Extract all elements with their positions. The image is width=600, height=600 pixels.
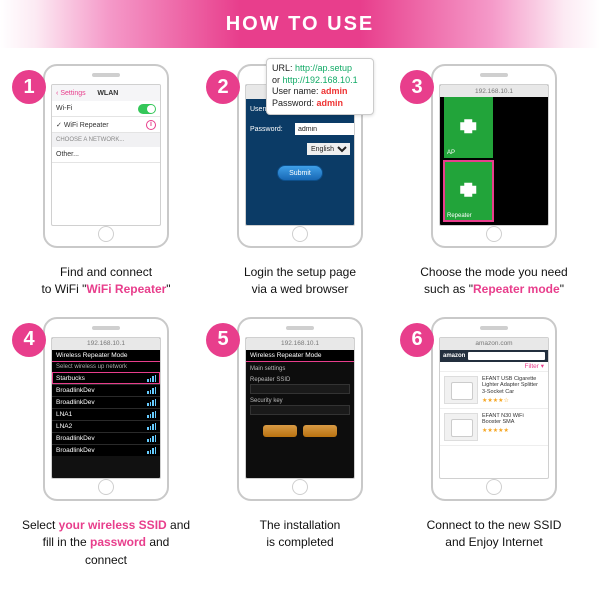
signal-icon xyxy=(147,411,156,419)
signal-icon xyxy=(147,399,156,407)
install-screen: 192.168.10.1 Wireless Repeater Mode Main… xyxy=(245,337,355,479)
ssid-title: Wireless Repeater Mode xyxy=(52,350,160,362)
step-3: 3 URL: http://ap.setup or http://192.168… xyxy=(406,64,582,299)
step-caption: Select your wireless SSID and fill in th… xyxy=(21,517,191,569)
password-label: Password: xyxy=(250,126,292,133)
step-badge: 2 xyxy=(206,70,240,104)
browser-screen: amazon.com amazon Filter ▾ EFANT USB Cig… xyxy=(439,337,549,479)
password-input[interactable] xyxy=(295,123,355,135)
ssid-item[interactable]: BroadlinkDev xyxy=(52,444,160,456)
product-row[interactable]: EFANT N30 WiFi Booster SMA ★★★★★ xyxy=(440,409,548,446)
product-thumb xyxy=(444,376,478,404)
ssid-item[interactable]: BroadlinkDev xyxy=(52,432,160,444)
mode-tile-repeater[interactable]: Repeater xyxy=(444,161,493,222)
step-badge: 6 xyxy=(400,323,434,357)
banner: HOW TO USE xyxy=(0,0,600,48)
address-bar[interactable]: 192.168.10.1 xyxy=(440,85,548,97)
step-badge: 5 xyxy=(206,323,240,357)
plug-icon xyxy=(458,180,478,200)
mode-tile-blank[interactable] xyxy=(496,161,545,222)
field-label: Security key xyxy=(246,394,354,405)
phone-mockup: 192.168.10.1 Wireless Repeater Mode Main… xyxy=(237,317,363,501)
signal-icon xyxy=(147,435,156,443)
product-name: EFANT USB Cigarette Lighter Adapter Spli… xyxy=(482,376,544,396)
phone-mockup: ‹ Settings WLAN Wi-Fi ✓ WiFi Repeater i … xyxy=(43,64,169,248)
phone-mockup: 192.168.10.1 Wireless Repeater Mode Sele… xyxy=(43,317,169,501)
step-caption: Choose the mode you need such as "Repeat… xyxy=(409,264,579,299)
connected-network-row[interactable]: ✓ WiFi Repeater i xyxy=(52,117,160,133)
step-4: 4 192.168.10.1 Wireless Repeater Mode Se… xyxy=(18,317,194,569)
submit-button[interactable]: Submit xyxy=(277,165,323,181)
address-bar[interactable]: 192.168.10.1 xyxy=(246,338,354,350)
address-bar[interactable]: amazon.com xyxy=(440,338,548,350)
step-badge: 4 xyxy=(12,323,46,357)
ssid-item[interactable]: Starbucks xyxy=(52,372,160,384)
step-caption: Login the setup page via a wed browser xyxy=(215,264,385,299)
filter-link[interactable]: Filter ▾ xyxy=(440,362,548,372)
step-badge: 3 xyxy=(400,70,434,104)
credentials-callout: URL: http://ap.setup or http://192.168.1… xyxy=(266,58,374,115)
step-badge: 1 xyxy=(12,70,46,104)
wlan-title: WLAN xyxy=(86,90,130,97)
phone-mockup: amazon.com amazon Filter ▾ EFANT USB Cig… xyxy=(431,317,557,501)
ssid-input[interactable] xyxy=(250,384,350,394)
banner-title: HOW TO USE xyxy=(226,13,375,36)
steps-grid: 1 ‹ Settings WLAN Wi-Fi ✓ WiFi Repeater … xyxy=(0,48,600,577)
step-6: 6 amazon.com amazon Filter ▾ EFANT USB C… xyxy=(406,317,582,569)
site-logo[interactable]: amazon xyxy=(443,353,465,359)
plug-icon xyxy=(458,116,478,136)
phone-mockup: 192.168.10.1 AP Repeater xyxy=(431,64,557,248)
choose-network-header: CHOOSE A NETWORK... xyxy=(52,133,160,147)
cancel-button[interactable] xyxy=(303,425,337,437)
signal-icon xyxy=(147,423,156,431)
ssid-item[interactable]: LNA2 xyxy=(52,420,160,432)
ssid-item[interactable]: LNA1 xyxy=(52,408,160,420)
back-button[interactable]: ‹ Settings xyxy=(56,90,86,97)
wlan-screen: ‹ Settings WLAN Wi-Fi ✓ WiFi Repeater i … xyxy=(51,84,161,226)
product-row[interactable]: EFANT USB Cigarette Lighter Adapter Spli… xyxy=(440,372,548,409)
other-network-row[interactable]: Other... xyxy=(52,147,160,163)
signal-icon xyxy=(147,447,156,455)
form-title: Wireless Repeater Mode xyxy=(246,350,354,362)
mode-tile-blank[interactable] xyxy=(496,97,545,158)
ssid-item[interactable]: BroadlinkDev xyxy=(52,384,160,396)
mode-tile-ap[interactable]: AP xyxy=(444,97,493,158)
ssid-item[interactable]: BroadlinkDev xyxy=(52,396,160,408)
ssid-screen: 192.168.10.1 Wireless Repeater Mode Sele… xyxy=(51,337,161,479)
ssid-subtitle: Select wireless up network xyxy=(52,362,160,372)
wifi-toggle-row[interactable]: Wi-Fi xyxy=(52,101,160,117)
apply-button[interactable] xyxy=(263,425,297,437)
search-input[interactable] xyxy=(468,352,545,360)
key-input[interactable] xyxy=(250,405,350,415)
field-label: Repeater SSID xyxy=(246,373,354,384)
product-name: EFANT N30 WiFi Booster SMA xyxy=(482,413,544,426)
step-caption: The installation is completed xyxy=(215,517,385,552)
mode-screen: 192.168.10.1 AP Repeater xyxy=(439,84,549,226)
step-5: 5 192.168.10.1 Wireless Repeater Mode Ma… xyxy=(212,317,388,569)
stars-icon: ★★★★★ xyxy=(482,427,544,434)
wifi-toggle-icon[interactable] xyxy=(138,104,156,114)
signal-icon xyxy=(147,375,156,383)
signal-icon xyxy=(147,387,156,395)
step-caption: Connect to the new SSID and Enjoy Intern… xyxy=(409,517,579,552)
step-caption: Find and connect to WiFi "WiFi Repeater" xyxy=(21,264,191,299)
language-select[interactable]: English xyxy=(307,143,350,155)
stars-icon: ★★★★☆ xyxy=(482,397,544,404)
form-section: Main settings xyxy=(246,362,354,373)
step-1: 1 ‹ Settings WLAN Wi-Fi ✓ WiFi Repeater … xyxy=(18,64,194,299)
site-header: amazon xyxy=(440,350,548,362)
product-thumb xyxy=(444,413,478,441)
info-icon[interactable]: i xyxy=(146,120,156,130)
address-bar[interactable]: 192.168.10.1 xyxy=(52,338,160,350)
